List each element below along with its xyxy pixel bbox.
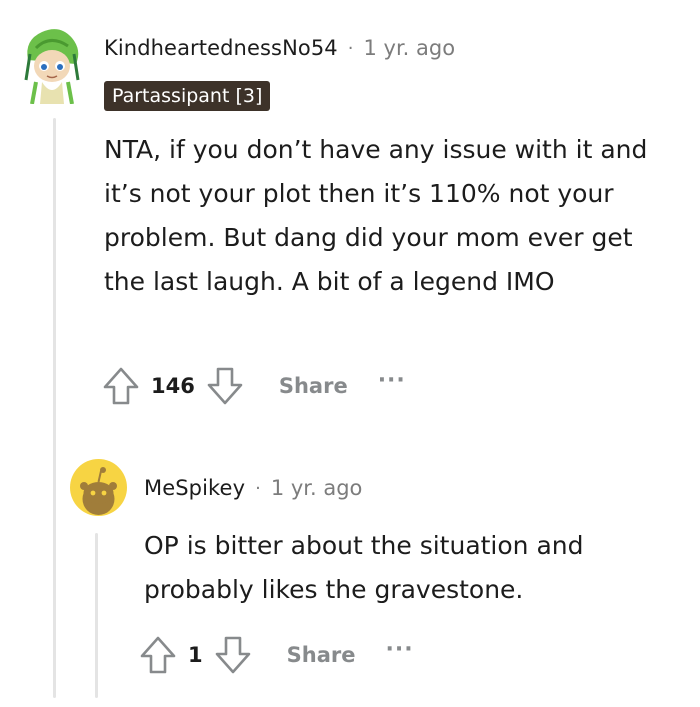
comment-author[interactable]: KindheartednessNo54 [104,36,338,60]
reply-thread-line[interactable] [95,533,98,698]
reply-avatar[interactable] [70,459,127,516]
share-button[interactable]: Share [279,374,348,398]
vote-score: 146 [151,374,195,398]
downvote-arrow-icon[interactable] [207,366,243,406]
snoo-default-avatar-icon [80,467,117,515]
comment-body: NTA, if you don’t have any issue with it… [104,135,648,296]
upvote-arrow-icon[interactable] [103,366,139,406]
more-dots-icon[interactable]: ··· [385,637,413,662]
reply-meta: MeSpikey · 1 yr. ago [144,476,362,500]
more-dots-icon[interactable]: ··· [378,368,406,393]
upvote-arrow-icon[interactable] [140,635,176,675]
downvote-arrow-icon[interactable] [215,635,251,675]
vote-score: 1 [188,643,203,667]
reply-body: OP is bitter about the situation and pro… [144,531,584,604]
user-flair: Partassipant [3] [104,81,271,111]
reply-author[interactable]: MeSpikey [144,476,245,500]
meta-separator: · [255,477,261,499]
comment-timestamp[interactable]: 1 yr. ago [364,36,456,60]
thread-line[interactable] [53,118,56,698]
reply-timestamp[interactable]: 1 yr. ago [271,476,363,500]
user-avatar[interactable] [20,20,84,105]
comment-actions: 146 Share ··· [103,366,406,406]
meta-separator: · [347,37,354,59]
reply-actions: 1 Share ··· [140,635,414,675]
comment-meta: KindheartednessNo54 · 1 yr. ago [104,36,455,60]
share-button[interactable]: Share [287,643,356,667]
snoo-avatar-icon [24,29,80,105]
